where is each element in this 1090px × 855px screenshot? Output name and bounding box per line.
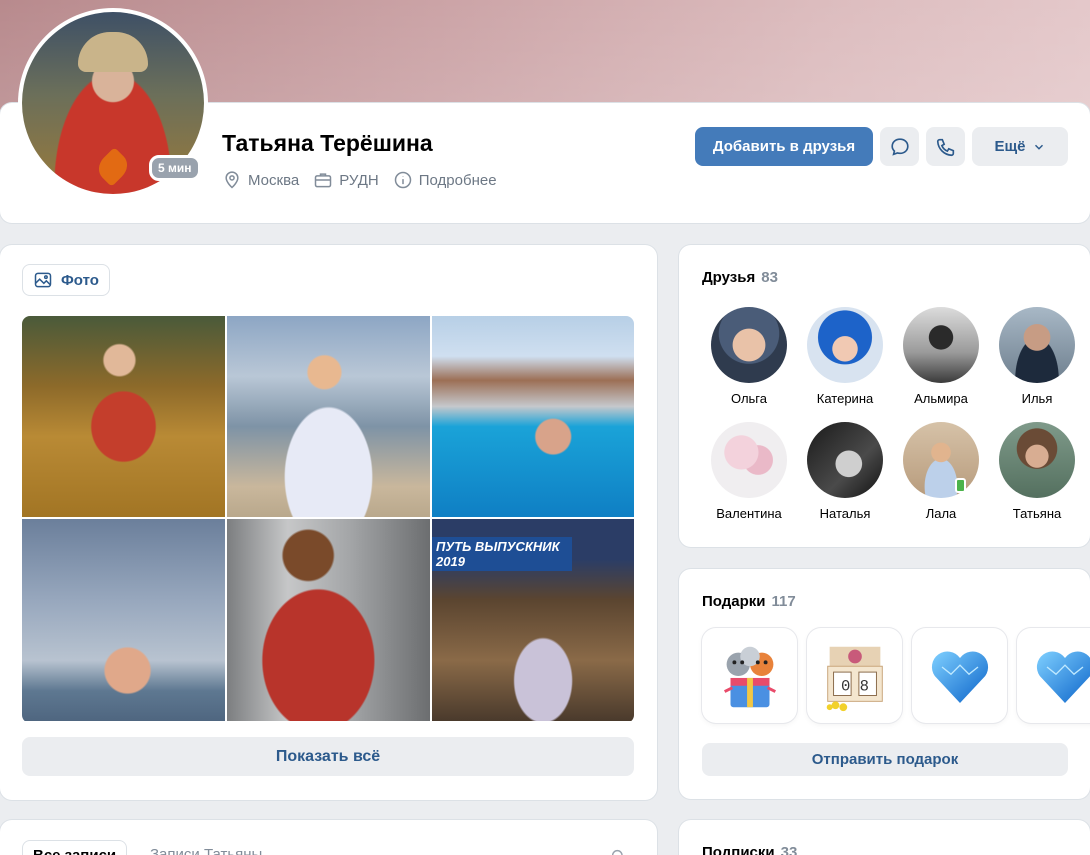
photos-tab-label: Фото bbox=[61, 271, 99, 289]
friends-card: Друзья 83 Ольга Катерина Альмира Илья Вал… bbox=[679, 245, 1090, 547]
send-gift-button[interactable]: Отправить подарок bbox=[702, 743, 1068, 776]
location-pin-icon bbox=[225, 171, 239, 189]
blue-heart-icon bbox=[931, 651, 988, 703]
photos-card: Фото ПУТЬ ВЫПУСКНИК 2019 Показать всё bbox=[0, 245, 657, 800]
friend-item[interactable]: Ольга bbox=[701, 307, 797, 406]
gift-item[interactable] bbox=[1017, 628, 1090, 723]
friend-item[interactable]: Наталья bbox=[797, 422, 893, 521]
profile-name: Татьяна Терёшина bbox=[222, 130, 433, 156]
friend-item[interactable]: Илья bbox=[989, 307, 1085, 406]
gifts-header[interactable]: Подарки 117 bbox=[702, 593, 796, 610]
photo-thumbnail[interactable] bbox=[227, 519, 430, 721]
friends-count: 83 bbox=[761, 269, 778, 286]
avatar-hair bbox=[78, 32, 148, 72]
image-icon bbox=[34, 272, 52, 288]
gifts-row: 0 8 bbox=[702, 628, 1090, 723]
friend-item[interactable]: Альмира bbox=[893, 307, 989, 406]
subscriptions-card: Подписки 33 bbox=[679, 820, 1090, 855]
friend-name: Валентина bbox=[716, 506, 782, 521]
more-menu-button[interactable]: Ещё bbox=[972, 127, 1068, 166]
friends-grid: Ольга Катерина Альмира Илья Валентина На… bbox=[701, 307, 1075, 521]
search-icon[interactable] bbox=[610, 848, 626, 855]
friend-avatar bbox=[711, 422, 787, 498]
gift-item[interactable] bbox=[702, 628, 797, 723]
info-icon bbox=[394, 171, 411, 189]
meta-city-label: Москва bbox=[248, 171, 300, 189]
mobile-online-indicator bbox=[955, 478, 966, 493]
photo-grid: ПУТЬ ВЫПУСКНИК 2019 bbox=[22, 316, 634, 723]
gifts-title: Подарки bbox=[702, 593, 766, 610]
photo-thumbnail[interactable] bbox=[227, 316, 430, 517]
friend-item[interactable]: Татьяна bbox=[989, 422, 1085, 521]
subscriptions-count: 33 bbox=[780, 844, 798, 855]
briefcase-icon bbox=[314, 173, 332, 188]
add-friend-button[interactable]: Добавить в друзья bbox=[695, 127, 873, 166]
profile-meta: Москва РУДН Подробнее bbox=[222, 170, 497, 190]
friend-item[interactable]: Лала bbox=[893, 422, 989, 521]
friend-name: Илья bbox=[1021, 391, 1053, 406]
friend-name: Лала bbox=[925, 506, 957, 521]
blue-heart-icon bbox=[1036, 651, 1090, 703]
meta-more-label: Подробнее bbox=[418, 171, 497, 189]
friend-avatar bbox=[807, 307, 883, 383]
gift-item[interactable]: 0 8 bbox=[807, 628, 902, 723]
chevron-down-icon bbox=[1034, 144, 1043, 150]
gifts-clip: Подарки 117 0 8 Отправить подарок bbox=[679, 569, 1090, 799]
friends-title: Друзья bbox=[702, 269, 756, 286]
friend-avatar bbox=[711, 307, 787, 383]
meta-work-label: РУДН bbox=[339, 171, 379, 189]
photo-thumbnail[interactable] bbox=[432, 316, 634, 517]
meta-city[interactable]: Москва bbox=[222, 170, 299, 190]
friend-avatar bbox=[999, 307, 1075, 383]
show-all-photos-button[interactable]: Показать всё bbox=[22, 737, 634, 776]
more-menu-label: Ещё bbox=[994, 138, 1026, 155]
message-button[interactable] bbox=[880, 127, 919, 166]
friend-name: Ольга bbox=[730, 391, 767, 406]
gift-item[interactable] bbox=[912, 628, 1007, 723]
calendar-gift-icon: 0 8 bbox=[826, 646, 883, 711]
gifts-card: Подарки 117 0 8 Отправить подарок bbox=[679, 569, 1090, 799]
cats-gift-box-icon bbox=[723, 646, 776, 707]
tab-user-posts[interactable]: Записи Татьяны bbox=[140, 840, 272, 855]
avatar-leaf bbox=[93, 147, 133, 187]
meta-more[interactable]: Подробнее bbox=[393, 170, 497, 190]
friend-name: Альмира bbox=[914, 391, 968, 406]
tab-all-posts[interactable]: Все записи bbox=[22, 840, 128, 855]
calendar-digits: 0 8 bbox=[840, 677, 868, 695]
message-icon bbox=[890, 137, 909, 156]
friend-item[interactable]: Катерина bbox=[797, 307, 893, 406]
meta-work[interactable]: РУДН bbox=[313, 170, 379, 190]
subscriptions-title: Подписки bbox=[702, 844, 775, 855]
gifts-count: 117 bbox=[771, 593, 796, 610]
photos-tab[interactable]: Фото bbox=[22, 264, 110, 296]
call-button[interactable] bbox=[926, 127, 965, 166]
friend-avatar bbox=[903, 422, 979, 498]
friends-header[interactable]: Друзья 83 bbox=[702, 269, 778, 286]
friend-name: Татьяна bbox=[1012, 506, 1062, 521]
friend-avatar bbox=[999, 422, 1075, 498]
phone-icon bbox=[936, 138, 954, 156]
photo-banner-text: ПУТЬ ВЫПУСКНИК 2019 bbox=[432, 537, 572, 571]
photo-thumbnail[interactable]: ПУТЬ ВЫПУСКНИК 2019 bbox=[432, 519, 634, 721]
subscriptions-header[interactable]: Подписки 33 bbox=[702, 844, 797, 855]
friend-avatar bbox=[807, 422, 883, 498]
photo-thumbnail[interactable] bbox=[22, 316, 225, 517]
friend-avatar bbox=[903, 307, 979, 383]
friend-item[interactable]: Валентина bbox=[701, 422, 797, 521]
online-status-badge: 5 мин bbox=[149, 155, 201, 181]
friend-name: Наталья bbox=[819, 506, 871, 521]
photo-thumbnail[interactable] bbox=[22, 519, 225, 721]
friend-name: Катерина bbox=[816, 391, 874, 406]
posts-card: Все записи Записи Татьяны bbox=[0, 820, 657, 855]
